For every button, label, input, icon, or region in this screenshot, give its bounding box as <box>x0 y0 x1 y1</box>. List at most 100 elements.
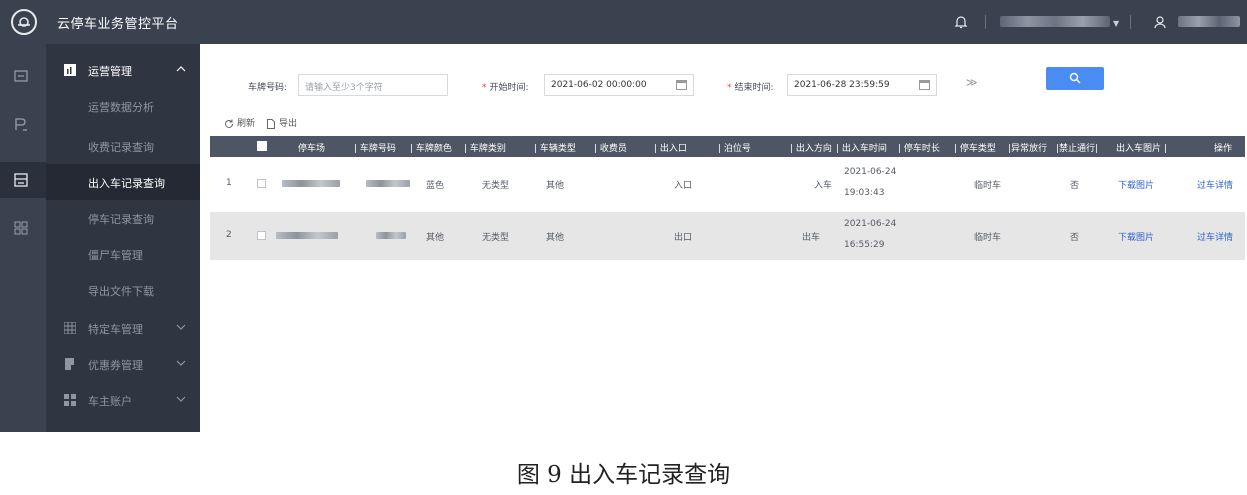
gate: 出口 <box>674 233 693 243</box>
user-name-redacted[interactable] <box>1178 16 1240 27</box>
pass-detail-link[interactable]: 过车详情 <box>1197 178 1233 191</box>
plate-class: 无类型 <box>482 181 510 191</box>
plate-class: 无类型 <box>482 233 510 243</box>
table-row[interactable]: 1 蓝色 无类型 其他 入口 入车 2021-06-24 19:03:43 临时… <box>210 160 1245 208</box>
table-header: 停车场 | 车牌号码 | 车牌颜色 | 车牌类别 | 车辆类型 | 收费员 | … <box>210 136 1245 157</box>
select-all-checkbox[interactable] <box>257 141 267 151</box>
user-icon[interactable] <box>1152 14 1168 30</box>
sidebar-item-zombie-cars[interactable]: 僵尸车管理 <box>46 236 200 272</box>
plate-color: 蓝色 <box>426 181 445 191</box>
sidebar-group-owner[interactable]: 车主账户 <box>46 382 200 418</box>
column-header[interactable]: | 车牌颜色 <box>410 141 452 154</box>
divider <box>985 15 986 29</box>
plate-number-redacted <box>376 232 406 239</box>
column-header[interactable]: 出入车图片 | <box>1116 141 1167 154</box>
chevron-up-icon <box>176 66 186 72</box>
sidebar: 运营管理 运营数据分析 收费记录查询 出入车记录查询 停车记录查询 僵尸车管理 … <box>46 44 200 432</box>
figure-caption: 图 9 出入车记录查询 <box>516 462 731 488</box>
main-content: 车牌号码: 请输入至少3个字符 * 开始时间: 2021-06-02 00:00:… <box>200 44 1247 432</box>
download-image-link[interactable]: 下载图片 <box>1118 230 1154 243</box>
row-checkbox[interactable] <box>257 179 266 188</box>
pass-detail-link[interactable]: 过车详情 <box>1197 230 1233 243</box>
account-name-redacted[interactable] <box>1000 16 1110 27</box>
plate-color: 其他 <box>426 233 445 243</box>
column-header[interactable]: | 泊位号 <box>718 141 751 154</box>
column-header[interactable]: |禁止通行| <box>1056 141 1098 154</box>
rail-parking-icon[interactable] <box>0 58 46 94</box>
refresh-icon <box>225 119 233 128</box>
column-header[interactable]: |异常放行 <box>1008 141 1047 154</box>
calendar-icon[interactable] <box>919 80 930 90</box>
column-header[interactable]: | 车辆类型 <box>534 141 576 154</box>
chevron-down-icon <box>176 396 186 402</box>
vehicle-type: 其他 <box>546 181 565 191</box>
column-header[interactable]: | 出入车时间 <box>836 141 887 154</box>
chevron-down-icon[interactable]: ▼ <box>1113 19 1119 28</box>
sidebar-group-coupon[interactable]: 优惠券管理 <box>46 346 200 382</box>
expand-filters-icon[interactable]: ≫ <box>966 76 978 89</box>
column-header[interactable]: | 车牌类别 <box>464 141 506 154</box>
column-header[interactable]: 停车场 <box>298 141 325 154</box>
direction: 入车 <box>814 181 833 191</box>
sidebar-group-special[interactable]: 特定车管理 <box>46 310 200 346</box>
search-icon <box>1069 72 1081 84</box>
divider <box>1130 15 1131 29</box>
account-icon <box>64 394 76 406</box>
column-header[interactable]: | 停车时长 <box>898 141 940 154</box>
logo-icon <box>11 9 37 35</box>
direction: 出车 <box>802 233 821 243</box>
parking-lot-redacted <box>276 232 338 239</box>
gate: 入口 <box>674 181 693 191</box>
top-bar: 云停车业务管控平台 ▼ <box>0 0 1247 44</box>
table-row[interactable]: 2 其他 无类型 其他 出口 出车 2021-06-24 16:55:29 临时… <box>210 212 1245 260</box>
sidebar-item-ops-analysis[interactable]: 运营数据分析 <box>46 88 200 124</box>
coupon-icon <box>65 358 76 370</box>
plate-input[interactable]: 请输入至少3个字符 <box>298 74 448 96</box>
end-time-input[interactable]: 2021-06-28 23:59:59 <box>787 74 937 96</box>
row-index: 1 <box>226 178 232 188</box>
chevron-down-icon <box>176 360 186 366</box>
forbidden: 否 <box>1070 233 1080 243</box>
forbidden: 否 <box>1070 181 1080 191</box>
app-title: 云停车业务管控平台 <box>57 17 179 32</box>
chevron-down-icon <box>176 324 186 330</box>
row-index: 2 <box>226 230 232 240</box>
column-header: 操作 <box>1214 144 1233 154</box>
column-header[interactable]: | 出入口 <box>654 141 687 154</box>
download-image-link[interactable]: 下载图片 <box>1118 178 1154 191</box>
entry-time: 16:55:29 <box>844 240 885 250</box>
export-icon <box>267 118 275 129</box>
entry-date: 2021-06-24 <box>844 167 897 177</box>
calendar-icon[interactable] <box>676 80 687 90</box>
end-time-label: * 结束时间: <box>727 83 774 93</box>
app-window: 云停车业务管控平台 ▼ 运营管理 运营数据分析 收费记录查询 出入车记录查询 停… <box>0 0 1247 432</box>
parking-type: 临时车 <box>974 181 1002 191</box>
column-header[interactable]: | 收费员 <box>594 141 627 154</box>
row-checkbox[interactable] <box>257 231 266 240</box>
sidebar-item-fee-records[interactable]: 收费记录查询 <box>46 128 200 164</box>
icon-rail <box>0 44 46 432</box>
sidebar-group-ops[interactable]: 运营管理 <box>46 52 200 88</box>
sidebar-item-export-download[interactable]: 导出文件下载 <box>46 272 200 308</box>
column-header[interactable]: | 停车类型 <box>954 141 996 154</box>
column-header[interactable]: | 出入方向 <box>790 141 832 154</box>
export-button[interactable]: 导出 <box>266 116 297 129</box>
refresh-button[interactable]: 刷新 <box>224 116 255 129</box>
parking-lot-redacted <box>282 180 340 187</box>
rail-p-icon[interactable] <box>0 106 46 142</box>
grid-icon <box>64 322 76 334</box>
entry-date: 2021-06-24 <box>844 219 897 229</box>
parking-type: 临时车 <box>974 233 1002 243</box>
search-button[interactable] <box>1046 67 1104 90</box>
sidebar-item-parking-records[interactable]: 停车记录查询 <box>46 200 200 236</box>
column-header[interactable]: | 车牌号码 <box>354 141 396 154</box>
vehicle-type: 其他 <box>546 233 565 243</box>
start-time-input[interactable]: 2021-06-02 00:00:00 <box>544 74 694 96</box>
sidebar-group-label: 运营管理 <box>88 65 132 78</box>
rail-apps-icon[interactable] <box>0 210 46 246</box>
bell-icon[interactable] <box>953 14 969 30</box>
entry-time: 19:03:43 <box>844 188 885 198</box>
rail-records-icon[interactable] <box>0 162 46 198</box>
plate-number-redacted <box>366 180 410 187</box>
sidebar-item-entry-exit-records[interactable]: 出入车记录查询 <box>46 164 200 200</box>
